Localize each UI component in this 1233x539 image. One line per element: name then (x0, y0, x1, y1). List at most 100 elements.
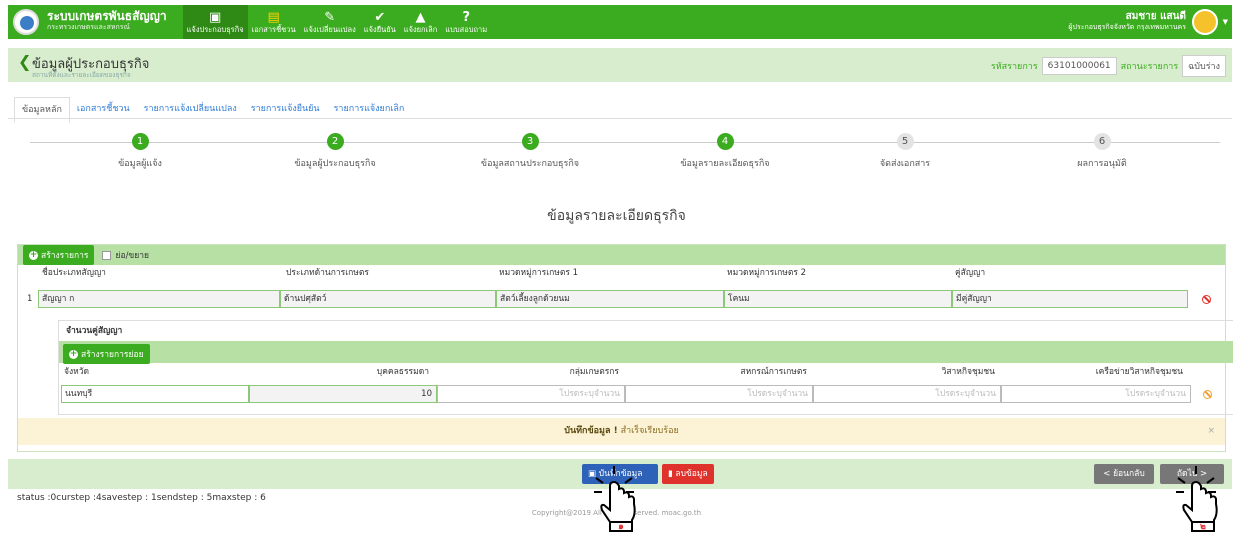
collapse-toggle[interactable]: ย่อ/ขยาย (102, 248, 149, 262)
menu-item-survey[interactable]: ? แบบสอบถาม (441, 5, 491, 39)
row-number: 1 (27, 294, 33, 304)
back-button[interactable]: < ย้อนกลับ (1094, 464, 1154, 484)
page-subtitle: สถานที่ตั้งและรายละเอียดของธุรกิจ (32, 71, 131, 79)
marker-label: ๑ (618, 522, 624, 532)
column-header[interactable]: หมวดหมู่การเกษตร 1 (496, 265, 721, 281)
menu-label: แจ้งยกเลิก (403, 24, 438, 34)
step-label: ผลการอนุมัติ (1077, 159, 1127, 169)
step-label: ข้อมูลผู้แจ้ง (118, 159, 162, 169)
tab-main-info[interactable]: ข้อมูลหลัก (14, 97, 70, 123)
main-menu: ▣ แจ้งประกอบธุรกิจ ▤ เอกสารชี้ชวน ✎ แจ้ง… (182, 5, 492, 39)
success-alert: บันทึกข้อมูล ! สำเร็จเรียบร้อย × (18, 418, 1225, 445)
column-header[interactable]: กลุ่มเกษตรกร (437, 364, 623, 380)
contract-name-field[interactable]: สัญญา ก (38, 290, 280, 308)
grid-toolbar: + สร้างรายการ ย่อ/ขยาย (18, 245, 1225, 265)
enterprise-network-count-field[interactable]: โปรดระบุจำนวน (1001, 385, 1191, 403)
add-record-label: สร้างรายการ (41, 251, 89, 261)
step-number: 6 (1093, 133, 1111, 150)
tab-change-list[interactable]: รายการแจ้งเปลี่ยนแปลง (137, 97, 244, 123)
agri-category-1-field[interactable]: สัตว์เลี้ยงลูกด้วยนม (496, 290, 724, 308)
marker-label: ๒ (1200, 522, 1206, 532)
delete-button[interactable]: ▮ ลบข้อมูล (662, 464, 714, 484)
step-label: ข้อมูลสถานประกอบธุรกิจ (480, 159, 580, 169)
menu-label: แจ้งประกอบธุรกิจ (186, 24, 244, 34)
tab-cancel-list[interactable]: รายการแจ้งยกเลิก (327, 97, 412, 123)
ministry-logo-icon (13, 9, 39, 35)
alert-title: บันทึกข้อมูล ! (564, 426, 618, 436)
back-chevron-icon[interactable]: ❮ (18, 52, 31, 71)
pointer-hand-icon: ๒ (1176, 466, 1218, 532)
close-icon[interactable]: × (1207, 418, 1215, 445)
doc-code-label: รหัสรายการ (990, 62, 1038, 72)
user-name: สมชาย แสนดี (1125, 11, 1186, 22)
subgrid-toolbar: + สร้างรายการย่อย (59, 341, 1233, 364)
step-2[interactable]: 2 ข้อมูลผู้ประกอบธุรกิจ (265, 133, 405, 170)
brand[interactable]: ระบบเกษตรพันธสัญญา กระทรวงเกษตรและสหกรณ์ (47, 9, 167, 33)
step-number: 1 (131, 133, 149, 150)
province-field[interactable]: นนทบุรี (61, 385, 249, 403)
tab-confirm-list[interactable]: รายการแจ้งยืนยัน (244, 97, 327, 123)
cooperative-count-field[interactable]: โปรดระบุจำนวน (625, 385, 813, 403)
farmer-group-count-field[interactable]: โปรดระบุจำนวน (437, 385, 625, 403)
tab-prospectus[interactable]: เอกสารชี้ชวน (70, 97, 137, 123)
step-6[interactable]: 6 ผลการอนุมัติ (1032, 133, 1172, 170)
menu-label: แบบสอบถาม (445, 24, 488, 34)
menu-item-business-registration[interactable]: ▣ แจ้งประกอบธุรกิจ (182, 5, 248, 39)
add-subrecord-button[interactable]: + สร้างรายการย่อย (63, 344, 150, 364)
counterparty-field[interactable]: มีคู่สัญญา (952, 290, 1188, 308)
plus-icon: + (69, 348, 78, 359)
column-header[interactable]: วิสาหกิจชุมชน (813, 364, 999, 380)
column-header[interactable]: หมวดหมู่การเกษตร 2 (724, 265, 949, 281)
edit-icon: ✎ (324, 9, 336, 25)
add-subrecord-label: สร้างรายการย่อย (81, 350, 144, 360)
checkbox[interactable] (102, 250, 112, 260)
app-subtitle: กระทรวงเกษตรและสหกรณ์ (47, 23, 130, 31)
agri-category-2-field[interactable]: โคนม (724, 290, 952, 308)
menu-item-prospectus[interactable]: ▤ เอกสารชี้ชวน (248, 5, 300, 39)
delete-row-icon[interactable] (1202, 295, 1211, 304)
app-title: ระบบเกษตรพันธสัญญา (47, 9, 167, 23)
avatar[interactable] (1192, 9, 1218, 35)
section-heading: ข้อมูลรายละเอียดธุรกิจ (547, 208, 686, 224)
step-5[interactable]: 5 จัดส่งเอกสาร (835, 133, 975, 170)
agri-type-field[interactable]: ด้านปศุสัตว์ (280, 290, 496, 308)
menu-item-cancel[interactable]: ▲ แจ้งยกเลิก (400, 5, 442, 39)
add-record-button[interactable]: + สร้างรายการ (23, 245, 95, 265)
top-navbar: ระบบเกษตรพันธสัญญา กระทรวงเกษตรและสหกรณ์… (8, 5, 1232, 39)
plus-icon: + (29, 249, 38, 260)
caret-down-icon[interactable]: ▼ (1223, 18, 1228, 26)
document-info: รหัสรายการ 63101000061 สถานะรายการ ฉบับร… (991, 55, 1226, 77)
tab-divider (8, 118, 1232, 119)
contract-grid: + สร้างรายการ ย่อ/ขยาย ชื่อประเภทสัญญา ป… (17, 244, 1233, 452)
community-enterprise-count-field[interactable]: โปรดระบุจำนวน (813, 385, 1001, 403)
doc-code-value: 63101000061 (1041, 57, 1117, 75)
document-icon: ▤ (267, 9, 280, 25)
step-label: ข้อมูลรายละเอียดธุรกิจ (680, 159, 770, 169)
page-header: ❮ ข้อมูลผู้ประกอบธุรกิจ สถานที่ตั้งและรา… (8, 48, 1232, 82)
column-header[interactable]: จังหวัด (61, 364, 241, 380)
step-label: จัดส่งเอกสาร (879, 159, 931, 169)
delete-subrow-icon[interactable] (1203, 390, 1212, 399)
column-header[interactable]: ประเภทด้านการเกษตร (283, 265, 493, 281)
step-3[interactable]: 3 ข้อมูลสถานประกอบธุรกิจ (460, 133, 600, 170)
pointer-hand-icon: ๑ (594, 466, 636, 532)
menu-item-change[interactable]: ✎ แจ้งเปลี่ยนแปลง (300, 5, 360, 39)
doc-status-value: ฉบับร่าง (1182, 55, 1226, 77)
individual-count-field[interactable]: 10 (249, 385, 437, 403)
column-header[interactable]: สหกรณ์การเกษตร (625, 364, 811, 380)
warning-icon: ▲ (415, 9, 426, 25)
alert-text: สำเร็จเรียบร้อย (620, 426, 679, 436)
step-4[interactable]: 4 ข้อมูลรายละเอียดธุรกิจ (655, 133, 795, 170)
question-icon: ? (462, 9, 470, 25)
column-header[interactable]: คู่สัญญา (952, 265, 1177, 281)
user-info[interactable]: สมชาย แสนดี ผู้ประกอบธุรกิจจังหวัด กรุงเ… (1068, 11, 1186, 33)
column-header[interactable]: ชื่อประเภทสัญญา (39, 265, 279, 281)
column-header[interactable]: บุคคลธรรมดา (249, 364, 433, 380)
step-number: 2 (326, 133, 344, 150)
step-number: 5 (896, 133, 914, 150)
menu-item-confirm[interactable]: ✔ แจ้งยืนยัน (360, 5, 400, 39)
tab-bar: ข้อมูลหลัก เอกสารชี้ชวน รายการแจ้งเปลี่ย… (14, 97, 411, 123)
step-1[interactable]: 1 ข้อมูลผู้แจ้ง (70, 133, 210, 170)
doc-status-label: สถานะรายการ (1120, 62, 1179, 72)
column-header[interactable]: เครือข่ายวิสาหกิจชุมชน (1001, 364, 1187, 380)
